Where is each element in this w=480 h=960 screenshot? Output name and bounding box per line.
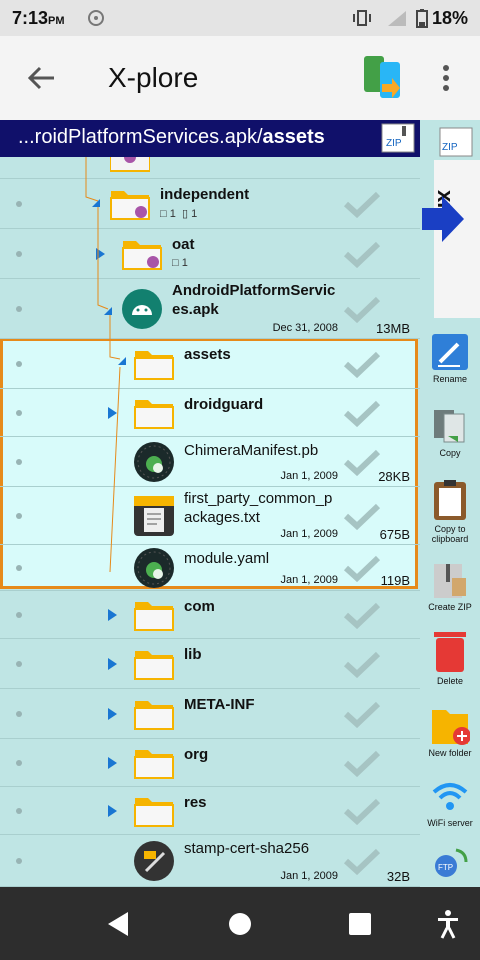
battery-icon (416, 9, 428, 28)
path-breadcrumb[interactable]: ...roidPlatformServices.apk/assets (0, 120, 420, 157)
zip-archive-icon: ZIP (381, 123, 415, 153)
clock: 7:13PM (12, 8, 65, 28)
ftp-tool[interactable]: FTP (420, 844, 480, 882)
copy-icon (434, 410, 465, 443)
pencil-icon (432, 334, 468, 370)
clipboard-tool[interactable]: Copy to clipboard (420, 478, 480, 544)
notification-icon (88, 10, 104, 26)
new-folder-icon (432, 710, 471, 745)
app-title: X-plore (108, 62, 199, 93)
pencil-tool[interactable]: Rename (420, 332, 480, 384)
back-nav-icon[interactable] (106, 911, 130, 937)
dual-pane-icon[interactable] (362, 54, 404, 104)
tool-label: Copy (439, 448, 461, 458)
app-bar: X-plore (0, 36, 480, 120)
tool-label: New folder (428, 748, 472, 758)
zip-pane-icon[interactable]: ZIP (438, 126, 474, 158)
accessibility-icon[interactable] (436, 909, 460, 939)
svg-text:FTP: FTP (438, 863, 453, 872)
side-panel: xml ZIP RenameCopyCopy to clipboardCreat… (420, 120, 480, 887)
status-bar: 7:13PM 18% (0, 0, 480, 36)
signal-icon (388, 11, 406, 26)
battery-level: 18% (431, 8, 468, 28)
zip-icon (434, 564, 466, 598)
navigation-bar (0, 887, 480, 960)
tool-label: Delete (436, 676, 463, 686)
file-list: independent □ 1 ▯ 1 oat □ 1 AndroidPlatformS… (0, 157, 420, 887)
tool-label: Copy to clipboard (431, 524, 469, 544)
trash-icon (434, 632, 466, 672)
vibrate-icon (353, 10, 371, 26)
tool-label: Create ZIP (428, 602, 472, 612)
wifi-icon (432, 783, 468, 810)
new-folder-tool[interactable]: New folder (420, 702, 480, 758)
wifi-tool[interactable]: WiFi server (420, 776, 480, 828)
pane-arrow-icon (422, 196, 464, 242)
more-options-icon[interactable] (438, 64, 454, 92)
tool-label: Rename (432, 374, 468, 384)
svg-text:ZIP: ZIP (442, 142, 458, 153)
back-arrow-icon[interactable] (28, 66, 56, 90)
zip-tool[interactable]: Create ZIP (420, 560, 480, 612)
recents-nav-icon[interactable] (348, 912, 372, 936)
tree-lines (85, 157, 126, 573)
copy-tool[interactable]: Copy (420, 406, 480, 458)
trash-tool[interactable]: Delete (420, 630, 480, 686)
svg-text:ZIP: ZIP (386, 138, 402, 149)
home-nav-icon[interactable] (228, 912, 252, 936)
tool-label: WiFi server (427, 818, 473, 828)
clipboard-icon (434, 480, 466, 520)
ftp-icon: FTP (435, 848, 468, 877)
